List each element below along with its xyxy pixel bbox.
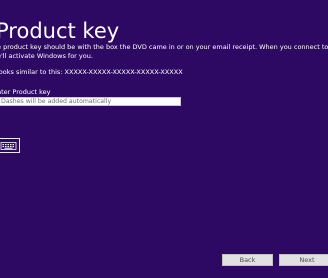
product-key-input[interactable] [0,97,181,106]
on-screen-keyboard-button[interactable] [0,138,20,153]
keyboard-icon [0,142,17,150]
page-title: Product key [0,19,120,43]
product-key-format-hint: looks similar to this: XXXXX-XXXXX-XXXXX… [0,68,183,76]
product-key-label: nter Product key [0,88,51,96]
next-button[interactable]: Next [279,254,328,266]
product-key-screen: Product key e product key should be with… [0,0,328,278]
back-button[interactable]: Back [222,254,273,266]
description-line-1: e product key should be with the box the… [0,43,328,51]
page-description: e product key should be with the box the… [0,43,328,61]
description-line-2: e'll activate Windows for you. [0,52,93,60]
